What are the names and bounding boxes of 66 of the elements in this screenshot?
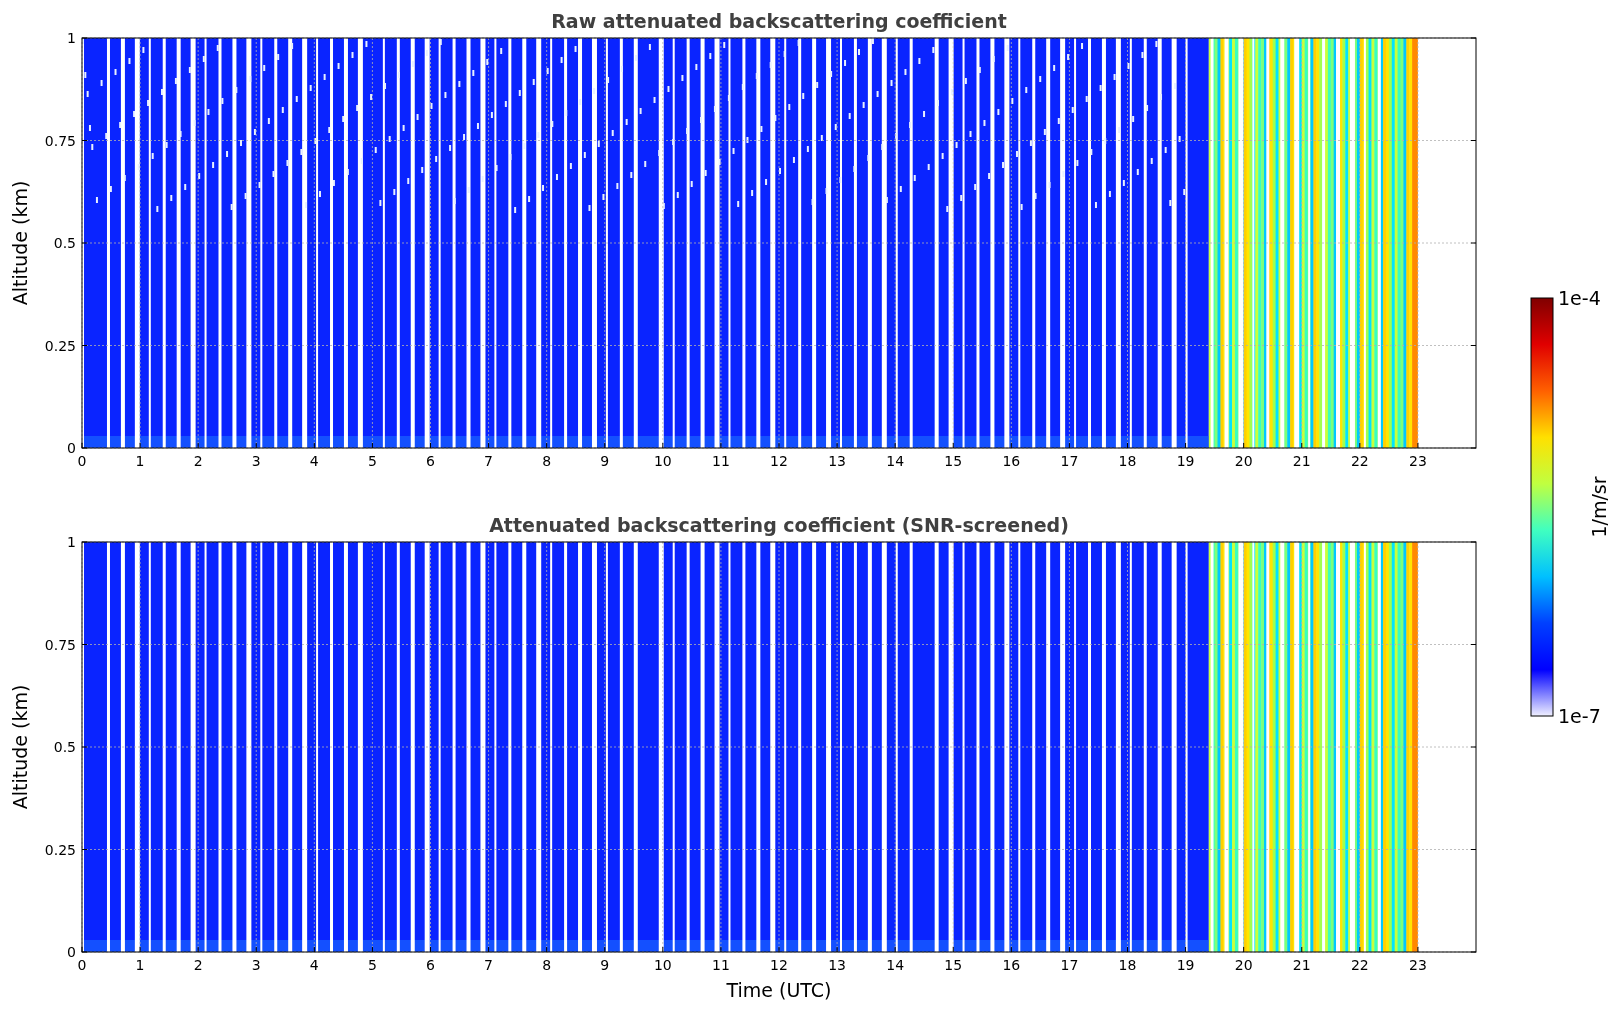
tick-label: 16 bbox=[1002, 957, 1021, 973]
tick-label: 10 bbox=[653, 453, 672, 469]
tick-label: 15 bbox=[944, 957, 963, 973]
tick-label: 6 bbox=[426, 957, 435, 973]
tick-label: 2 bbox=[193, 957, 203, 973]
axis-label: Altitude (km) bbox=[9, 180, 31, 306]
tick-label: 2 bbox=[193, 453, 203, 469]
axis-label: Time (UTC) bbox=[726, 979, 832, 1001]
tick-label: 0.25 bbox=[44, 841, 76, 858]
tick-label: 4 bbox=[309, 957, 319, 973]
tick-label: 0.75 bbox=[44, 132, 76, 149]
tick-label: 17 bbox=[1060, 957, 1079, 973]
tick-label: 21 bbox=[1292, 453, 1311, 469]
tick-label: 22 bbox=[1350, 453, 1369, 469]
tick-label: 13 bbox=[828, 453, 846, 469]
tick-label: 9 bbox=[600, 453, 610, 469]
axis-label: Altitude (km) bbox=[9, 684, 31, 810]
tick-label: 23 bbox=[1409, 957, 1427, 973]
tick-label: 1 bbox=[67, 30, 76, 46]
tick-label: 15 bbox=[944, 453, 963, 469]
tick-label: 20 bbox=[1234, 957, 1253, 973]
tick-label: 8 bbox=[542, 957, 552, 973]
colorbar-tick-label: 1e-4 bbox=[1558, 287, 1601, 309]
colorbar-tick-label: 1e-7 bbox=[1558, 705, 1601, 727]
tick-label: 12 bbox=[770, 957, 788, 973]
plot-title: Attenuated backscattering coefficient (SNR-screened) bbox=[489, 514, 1069, 536]
tick-label: 18 bbox=[1118, 453, 1137, 469]
tick-label: 1 bbox=[135, 957, 145, 973]
tick-label: 20 bbox=[1234, 453, 1253, 469]
tick-label: 1 bbox=[135, 453, 145, 469]
tick-label: 17 bbox=[1060, 453, 1079, 469]
tick-label: 7 bbox=[484, 957, 494, 973]
tick-label: 0.5 bbox=[53, 739, 76, 755]
tick-label: 14 bbox=[886, 957, 905, 973]
tick-label: 6 bbox=[426, 453, 435, 469]
tick-label: 11 bbox=[712, 957, 730, 973]
tick-label: 18 bbox=[1118, 957, 1137, 973]
tick-label: 10 bbox=[653, 957, 672, 973]
tick-label: 0.75 bbox=[44, 636, 76, 653]
tick-label: 7 bbox=[484, 453, 494, 469]
tick-label: 3 bbox=[251, 957, 261, 973]
tick-label: 14 bbox=[886, 453, 905, 469]
tick-label: 0 bbox=[77, 453, 87, 469]
tick-label: 0.5 bbox=[53, 235, 76, 251]
tick-label: 13 bbox=[828, 957, 846, 973]
tick-label: 9 bbox=[600, 957, 610, 973]
tick-label: 0 bbox=[67, 944, 76, 960]
tick-label: 21 bbox=[1292, 957, 1311, 973]
tick-label: 11 bbox=[712, 453, 730, 469]
colorbar-label: 1/m/sr bbox=[1588, 476, 1610, 538]
tick-label: 16 bbox=[1002, 453, 1021, 469]
tick-label: 19 bbox=[1176, 453, 1195, 469]
tick-label: 3 bbox=[251, 453, 261, 469]
tick-label: 4 bbox=[309, 453, 319, 469]
tick-label: 0 bbox=[67, 440, 76, 456]
tick-label: 8 bbox=[542, 453, 552, 469]
tick-label: 0.25 bbox=[44, 337, 76, 354]
tick-label: 22 bbox=[1350, 957, 1369, 973]
tick-label: 12 bbox=[770, 453, 788, 469]
tick-label: 5 bbox=[367, 957, 377, 973]
tick-label: 0 bbox=[77, 957, 87, 973]
tick-label: 23 bbox=[1409, 453, 1427, 469]
plot-title: Raw attenuated backscattering coefficient bbox=[551, 10, 1007, 32]
tick-label: 1 bbox=[67, 534, 76, 550]
tick-label: 5 bbox=[367, 453, 377, 469]
tick-label: 19 bbox=[1176, 957, 1195, 973]
